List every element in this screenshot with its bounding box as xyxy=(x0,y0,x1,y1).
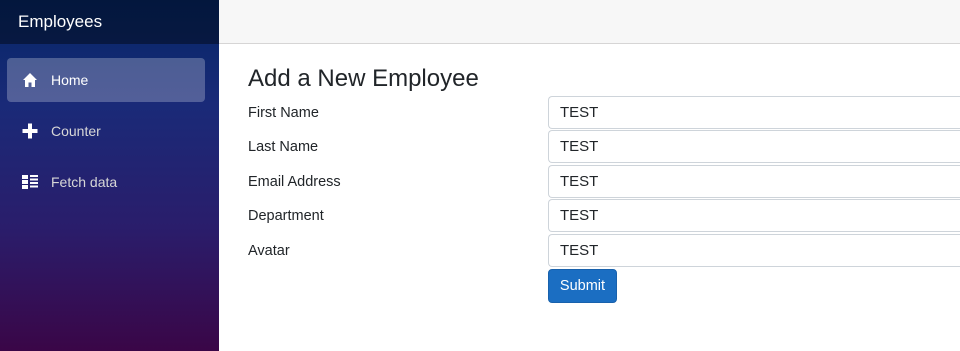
sidebar-item-counter[interactable]: Counter xyxy=(7,109,205,153)
page-title: Add a New Employee xyxy=(248,65,479,92)
sidebar-item-label: Fetch data xyxy=(51,174,118,190)
form-row-email: Email Address xyxy=(248,164,960,199)
avatar-label: Avatar xyxy=(248,242,290,259)
avatar-input[interactable] xyxy=(548,233,960,267)
form-row-department: Department xyxy=(248,199,960,233)
sidebar-item-home[interactable]: Home xyxy=(7,58,205,102)
email-label: Email Address xyxy=(248,173,341,190)
email-input[interactable] xyxy=(548,164,960,198)
first-name-label: First Name xyxy=(248,105,319,121)
first-name-input[interactable] xyxy=(548,96,960,129)
department-input[interactable] xyxy=(548,199,960,233)
form-row-avatar: Avatar xyxy=(248,233,960,268)
sidebar-item-fetch-data[interactable]: Fetch data xyxy=(7,160,205,204)
last-name-label: Last Name xyxy=(248,139,319,156)
form-row-first-name: First Name xyxy=(248,96,960,130)
submit-button[interactable]: Submit xyxy=(548,269,617,303)
last-name-input[interactable] xyxy=(548,130,960,164)
sidebar-item-label: Counter xyxy=(51,123,101,139)
top-row xyxy=(219,0,960,44)
brand-bar: Employees xyxy=(0,0,219,44)
sidebar-item-label: Home xyxy=(51,72,89,88)
form-row-last-name: Last Name xyxy=(248,130,960,164)
main-content: Add a New Employee First Name Last Name … xyxy=(248,44,960,303)
department-label: Department xyxy=(248,208,324,225)
nav-menu: Home Counter Fetch data xyxy=(0,44,219,204)
brand-link[interactable]: Employees xyxy=(18,12,102,32)
home-icon xyxy=(21,71,39,89)
plus-icon xyxy=(21,122,39,140)
list-icon xyxy=(21,173,39,191)
sidebar: Employees Home Counter Fetch data xyxy=(0,0,219,351)
